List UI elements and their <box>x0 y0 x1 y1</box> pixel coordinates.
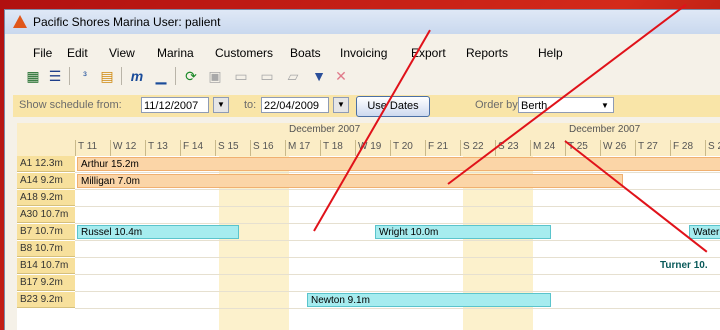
m-icon[interactable]: m <box>127 66 147 86</box>
toolbar-separator <box>121 67 122 85</box>
row-divider <box>75 274 720 275</box>
day-label: T 20 <box>390 140 425 156</box>
refresh-icon[interactable]: ⟳ <box>181 66 201 86</box>
order-by-select[interactable]: Berth <box>518 97 614 113</box>
berth-label[interactable]: A18 9.2m <box>17 190 75 206</box>
row-divider <box>75 240 720 241</box>
berth-label[interactable]: A30 10.7m <box>17 207 75 223</box>
calendar-grid-icon[interactable]: ▦ <box>23 66 43 86</box>
row-divider <box>75 308 720 309</box>
toolbar: ▦ ☰ ³ ▤ m ▁ ⟳ ▣ ▭ ▭ ▱ ▼ ✕ <box>5 62 720 90</box>
date-header: December 2007 December 2007 T 11 W 12 T … <box>17 123 720 156</box>
ruler-icon[interactable]: ▁ <box>151 66 171 86</box>
row-divider <box>75 291 720 292</box>
menu-invoicing[interactable]: Invoicing <box>340 46 387 60</box>
clear-filter-icon[interactable]: ✕ <box>331 66 351 86</box>
booking-bar[interactable]: Arthur 15.2m <box>77 157 720 171</box>
from-label: Show schedule from: <box>19 99 122 111</box>
use-dates-button[interactable]: Use Dates <box>356 96 430 117</box>
row-divider <box>75 172 720 173</box>
booking-bar[interactable]: Wright 10.0m <box>375 225 551 239</box>
day-label: F 14 <box>180 140 215 156</box>
from-date-field[interactable]: 11/12/2007 <box>141 97 209 113</box>
add-icon[interactable]: ▭ <box>231 66 251 86</box>
title-bar: Pacific Shores Marina User: palient <box>5 10 720 34</box>
booking-bar[interactable]: Water <box>689 225 720 239</box>
menu-file[interactable]: File <box>33 46 52 60</box>
schedule-bar: Show schedule from: 11/12/2007 ▼ to: 22/… <box>13 95 720 117</box>
from-date-dropdown-icon[interactable]: ▼ <box>213 97 229 113</box>
row-divider <box>75 189 720 190</box>
berth-label[interactable]: A14 9.2m <box>17 173 75 189</box>
number-icon[interactable]: ³ <box>75 66 95 86</box>
day-label: W 12 <box>110 140 145 156</box>
day-label: T 11 <box>75 140 110 156</box>
menu-view[interactable]: View <box>109 46 135 60</box>
berth-label[interactable]: B8 10.7m <box>17 241 75 257</box>
to-label: to: <box>244 99 257 111</box>
to-date-dropdown-icon[interactable]: ▼ <box>333 97 349 113</box>
booking-bar[interactable]: Newton 9.1m <box>307 293 551 307</box>
remove-icon[interactable]: ▭ <box>257 66 277 86</box>
edit-icon[interactable]: ▱ <box>283 66 303 86</box>
day-label: T 18 <box>320 140 355 156</box>
day-label: T 27 <box>635 140 670 156</box>
menu-customers[interactable]: Customers <box>215 46 273 60</box>
berth-label[interactable]: B7 10.7m <box>17 224 75 240</box>
day-label: W 26 <box>600 140 635 156</box>
to-date-field[interactable]: 22/04/2009 <box>261 97 329 113</box>
month-label: December 2007 <box>289 124 361 135</box>
menu-edit[interactable]: Edit <box>67 46 88 60</box>
booking-bar[interactable]: Milligan 7.0m <box>77 174 623 188</box>
boat-icon[interactable]: ▣ <box>205 66 225 86</box>
schedule-grid: December 2007 December 2007 T 11 W 12 T … <box>17 123 720 330</box>
day-label: F 28 <box>670 140 705 156</box>
berth-label[interactable]: B17 9.2m <box>17 275 75 291</box>
berth-label[interactable]: B23 9.2m <box>17 292 75 308</box>
menu-marina[interactable]: Marina <box>157 46 194 60</box>
row-divider <box>75 223 720 224</box>
menu-reports[interactable]: Reports <box>466 46 508 60</box>
order-label: Order by: <box>475 99 521 111</box>
chevron-down-icon[interactable]: ▼ <box>601 101 609 110</box>
toolbar-separator <box>175 67 176 85</box>
row-divider <box>75 257 720 258</box>
day-label: S 15 <box>215 140 250 156</box>
day-label: T 13 <box>145 140 180 156</box>
toolbar-separator <box>69 67 70 85</box>
booking-bar[interactable]: Russel 10.4m <box>77 225 239 239</box>
day-label: M 17 <box>285 140 320 156</box>
filter-icon[interactable]: ▼ <box>309 66 329 86</box>
table-icon[interactable]: ▤ <box>97 66 117 86</box>
window-title: Pacific Shores Marina User: palient <box>33 15 221 29</box>
month-label: December 2007 <box>569 124 641 135</box>
day-label: S 16 <box>250 140 285 156</box>
menu-boats[interactable]: Boats <box>290 46 321 60</box>
berth-label[interactable]: B14 10.7m <box>17 258 75 274</box>
day-label: M 24 <box>530 140 565 156</box>
day-label: S 29 <box>705 140 720 156</box>
app-logo-icon <box>13 15 27 28</box>
menu-help[interactable]: Help <box>538 46 563 60</box>
berth-label[interactable]: A1 12.3m <box>17 156 75 172</box>
booking-bar[interactable]: Turner 10. <box>657 259 720 273</box>
day-label: F 21 <box>425 140 460 156</box>
row-divider <box>75 206 720 207</box>
list-icon[interactable]: ☰ <box>45 66 65 86</box>
